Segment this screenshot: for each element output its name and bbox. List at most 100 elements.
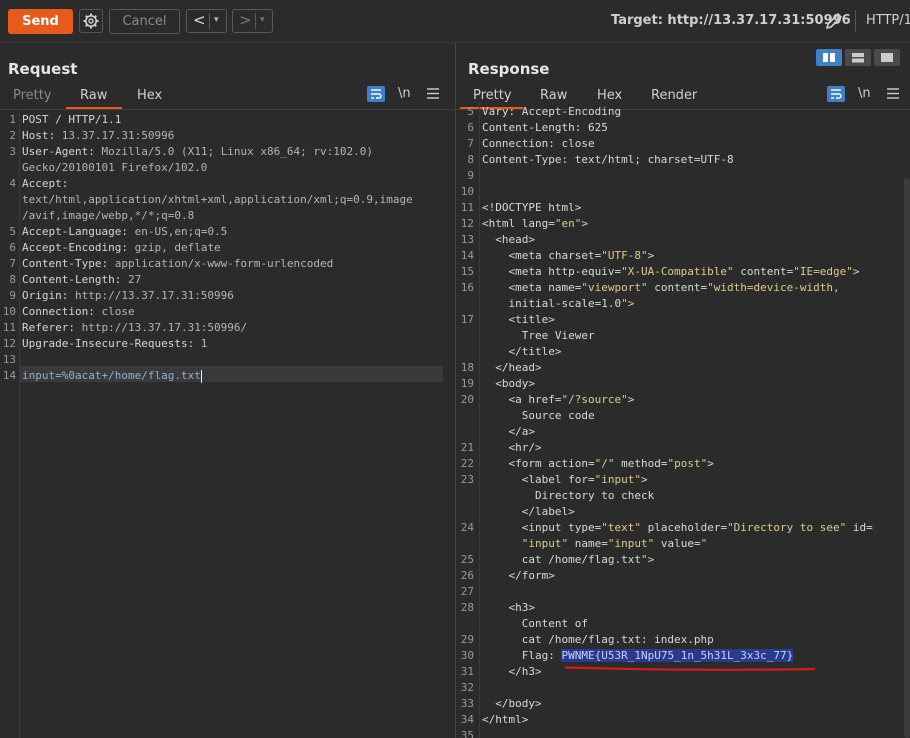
divider <box>209 13 210 29</box>
cancel-button[interactable]: Cancel <box>109 9 180 34</box>
html-source: <meta name="viewport" content="width=dev… <box>482 281 840 294</box>
header-value: gzip, deflate <box>127 241 221 254</box>
back-button[interactable]: < ▾ <box>186 9 227 33</box>
layout-single-button[interactable] <box>874 49 900 66</box>
markup-text: content= <box>733 265 794 278</box>
flag-selection: PWNME{U53R_1NpU75_1n_5h31L_3x3c_77} <box>561 649 794 662</box>
layout-stacked-button[interactable] <box>845 49 871 66</box>
code-text: <input type="text" placeholder="Director… <box>482 520 873 536</box>
code-text: <html lang="en"> <box>482 216 588 232</box>
code-line: 4 Accept: <box>0 176 455 192</box>
attribute-value: "width=device-width, <box>707 281 840 294</box>
attribute-value: "viewport" <box>581 281 648 294</box>
line-number: 20 <box>460 393 474 406</box>
code-line: 23 <label for="input"> <box>456 472 910 488</box>
html-source: <form action="/" method="post"> <box>482 457 713 470</box>
edit-target-icon[interactable] <box>824 11 844 31</box>
wrap-lines-toggle[interactable] <box>827 86 845 102</box>
code-line: 2 Host: 13.37.17.31:50996 <box>0 128 455 144</box>
html-source: initial-scale=1.0"> <box>482 297 634 310</box>
line-number: 27 <box>460 585 474 598</box>
code-line: 6 Content-Length: 625 <box>456 120 910 136</box>
code-line: </title> <box>456 344 910 360</box>
tab-hex[interactable]: Hex <box>597 88 622 103</box>
code-line: text/html,application/xhtml+xml,applicat… <box>0 192 455 208</box>
settings-button[interactable] <box>79 9 103 33</box>
line-number: 35 <box>460 729 474 738</box>
wrap-lines-toggle[interactable] <box>367 86 385 102</box>
code-text: Content-Type: text/html; charset=UTF-8 <box>482 152 734 168</box>
line-number: 2 <box>9 129 16 142</box>
html-source: Connection: close <box>482 137 595 150</box>
gear-icon <box>83 13 99 29</box>
line-number: 11 <box>2 321 16 334</box>
tab-raw[interactable]: Raw <box>80 88 107 103</box>
tab-raw[interactable]: Raw <box>540 88 567 103</box>
tab-hex[interactable]: Hex <box>137 88 162 103</box>
code-text: Host: 13.37.17.31:50996 <box>22 128 174 144</box>
html-source: <label for="input"> <box>482 473 648 486</box>
html-source: Vary: Accept-Encoding <box>482 105 622 118</box>
markup-text: > <box>647 249 655 262</box>
show-newlines-toggle[interactable]: \n <box>398 86 411 101</box>
header-value: text/html,application/xhtml+xml,applicat… <box>22 193 413 206</box>
markup-text: <a href= <box>482 393 562 406</box>
html-source: <title> <box>482 313 555 326</box>
attribute-value: "> <box>621 297 635 310</box>
code-text: Directory to check <box>482 488 654 504</box>
code-text: </body> <box>482 696 541 712</box>
code-text: Content of <box>482 616 588 632</box>
html-source: <input type="text" placeholder="Director… <box>482 521 873 534</box>
markup-text: <form action= <box>482 457 595 470</box>
response-scrollbar[interactable] <box>904 178 910 738</box>
code-text: Connection: close <box>482 136 595 152</box>
menu-icon[interactable] <box>887 88 899 99</box>
forward-button[interactable]: > ▾ <box>232 9 273 33</box>
code-line: 6 Accept-Encoding: gzip, deflate <box>0 240 455 256</box>
line-number: 21 <box>460 441 474 454</box>
line-number: 16 <box>460 281 474 294</box>
header-name: Accept: <box>22 177 69 190</box>
code-line: 9 <box>456 168 910 184</box>
chevron-down-icon[interactable]: ▾ <box>214 15 219 25</box>
tab-pretty[interactable]: Pretty <box>473 88 512 103</box>
header-value: Mozilla/5.0 (X11; Linux x86_64; rv:102.0… <box>94 145 374 158</box>
code-line: Source code <box>456 408 910 424</box>
markup-text: content= <box>647 281 708 294</box>
code-line: initial-scale=1.0"> <box>456 296 910 312</box>
tab-pretty[interactable]: Pretty <box>13 88 52 103</box>
markup-text: > <box>640 473 648 486</box>
code-text: </html> <box>482 712 528 728</box>
markup-text: > <box>581 217 588 230</box>
flag-annotation-underline <box>564 666 816 671</box>
code-line: 7 Content-Type: application/x-www-form-ur… <box>0 256 455 272</box>
html-source: </h3> <box>482 665 542 678</box>
line-number: 5 <box>467 105 474 118</box>
html-source: </label> <box>482 505 575 518</box>
menu-icon[interactable] <box>427 88 439 99</box>
line-number: 29 <box>460 633 474 646</box>
code-text: <meta http-equiv="X-UA-Compatible" conte… <box>482 264 859 280</box>
html-source: <html lang="en"> <box>482 217 588 230</box>
code-text: /avif,image/webp,*/*;q=0.8 <box>22 208 194 224</box>
http-version-selector[interactable]: HTTP/1 <box>866 13 910 28</box>
attribute-value: "/?source" <box>561 393 628 406</box>
html-source: <!DOCTYPE html> <box>482 201 582 214</box>
code-line: 26 </form> <box>456 568 910 584</box>
html-source: <h3> <box>482 601 535 614</box>
divider <box>855 10 856 32</box>
header-name: input= <box>22 369 62 382</box>
code-text: <hr/> <box>482 440 541 456</box>
code-text: </form> <box>482 568 554 584</box>
html-source: "input" name="input" value=" <box>482 537 707 550</box>
layout-side-by-side-button[interactable] <box>816 49 842 66</box>
code-line: 18 </head> <box>456 360 910 376</box>
request-editor[interactable]: 1 POST / HTTP/1.1 2 Host: 13.37.17.31:50996… <box>0 110 455 738</box>
html-source: cat /home/flag.txt: index.php <box>482 633 714 646</box>
send-button[interactable]: Send <box>8 9 73 34</box>
line-number: 5 <box>9 225 16 238</box>
response-editor[interactable]: 5 Vary: Accept-Encoding 6 Content-Length: 6… <box>456 102 910 738</box>
tab-render[interactable]: Render <box>651 88 697 103</box>
show-newlines-toggle[interactable]: \n <box>858 86 871 101</box>
chevron-down-icon[interactable]: ▾ <box>260 15 265 25</box>
